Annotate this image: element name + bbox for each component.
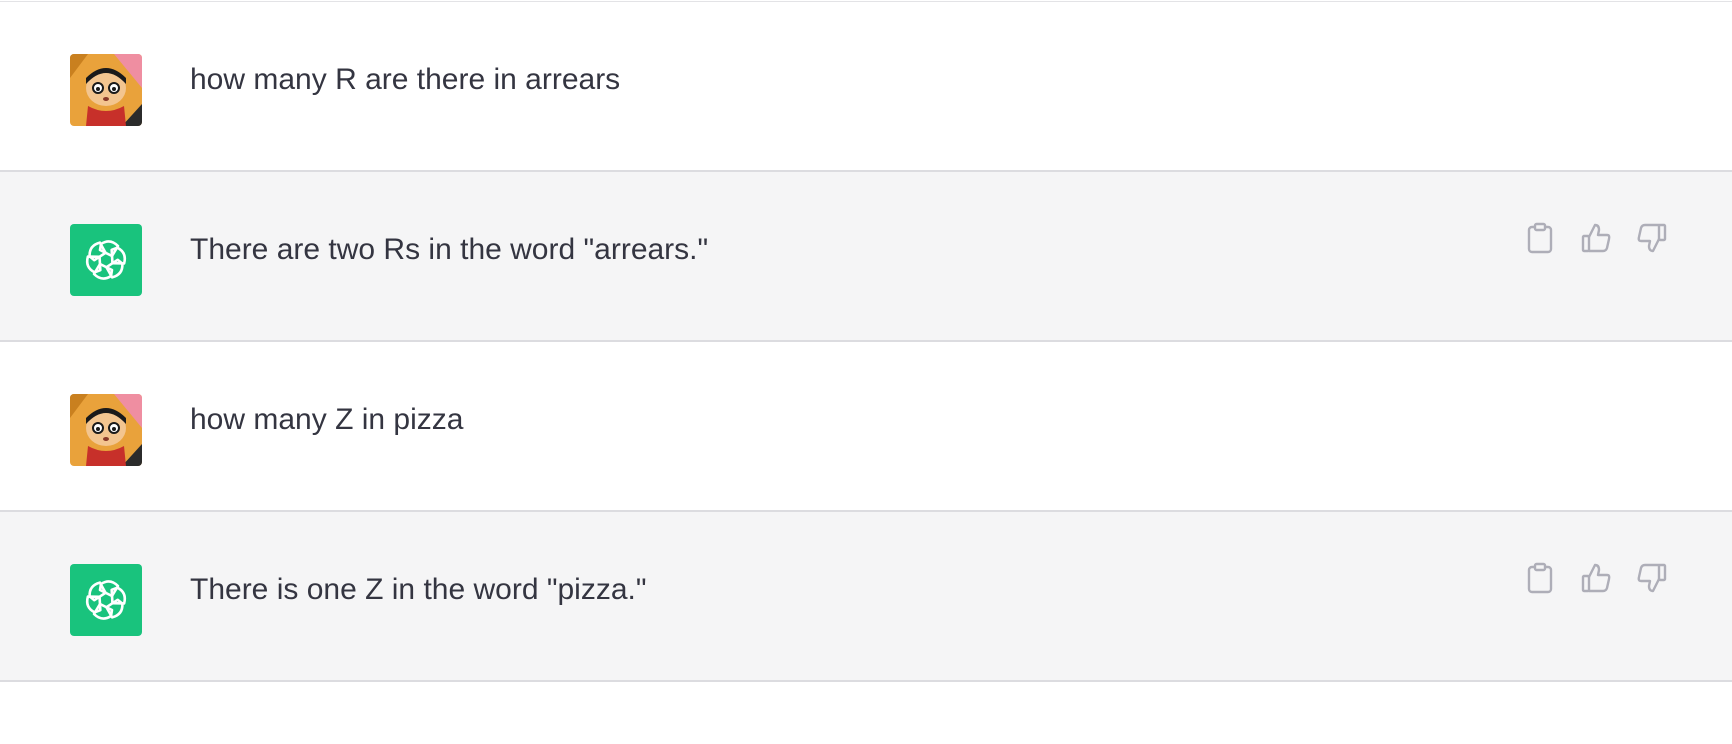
thumbs-down-button[interactable] [1634, 562, 1670, 598]
thumbs-down-icon [1636, 222, 1668, 259]
user-avatar-cartoon-icon [70, 394, 142, 466]
message-row-user: how many Z in pizza [0, 342, 1732, 512]
thumbs-up-icon [1580, 222, 1612, 259]
thumbs-down-button[interactable] [1634, 222, 1670, 258]
clipboard-icon [1526, 222, 1554, 259]
message-row-assistant: There are two Rs in the word "arrears." [0, 172, 1732, 342]
message-text: how many Z in pizza [190, 403, 464, 436]
copy-button[interactable] [1522, 562, 1558, 598]
copy-button[interactable] [1522, 222, 1558, 258]
thumbs-up-button[interactable] [1578, 562, 1614, 598]
message-actions [1522, 562, 1670, 598]
message-actions [1522, 222, 1670, 258]
chat-thread: how many R are there in arrears There ar… [0, 0, 1732, 744]
thumbs-down-icon [1636, 562, 1668, 599]
message-text: There is one Z in the word "pizza." [190, 573, 647, 606]
message-text: There are two Rs in the word "arrears." [190, 233, 709, 266]
clipboard-icon [1526, 562, 1554, 599]
openai-logo-icon [70, 564, 142, 636]
message-row-assistant: There is one Z in the word "pizza." [0, 512, 1732, 682]
user-avatar-cartoon-icon [70, 54, 142, 126]
message-row-user: how many R are there in arrears [0, 2, 1732, 172]
thumbs-up-button[interactable] [1578, 222, 1614, 258]
thumbs-up-icon [1580, 562, 1612, 599]
openai-logo-icon [70, 224, 142, 296]
message-text: how many R are there in arrears [190, 63, 621, 96]
